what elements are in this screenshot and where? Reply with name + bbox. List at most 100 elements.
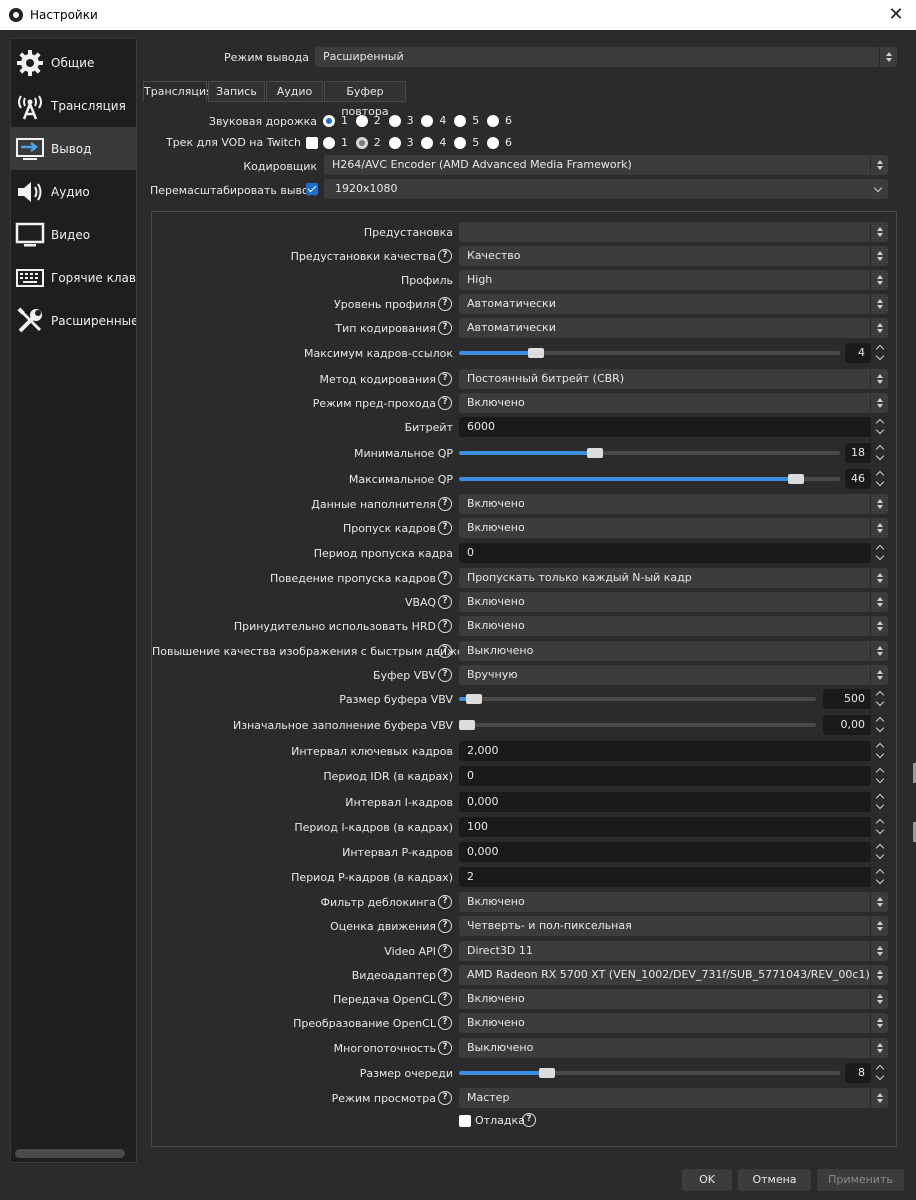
help-icon[interactable]: ? — [438, 1091, 452, 1105]
slider-handle[interactable] — [459, 720, 475, 730]
help-icon[interactable]: ? — [438, 919, 452, 933]
video-api-select[interactable]: Direct3D 11 — [459, 941, 888, 961]
max-ref-frames-value-input[interactable]: 4 — [845, 343, 871, 363]
bitrate-input[interactable]: 6000 — [459, 417, 871, 437]
tab-stream[interactable]: Трансляция — [143, 81, 213, 102]
help-icon[interactable]: ? — [438, 595, 452, 609]
skip-behavior-select[interactable]: Пропускать только каждый N-ый кадр — [459, 568, 888, 588]
output-mode-select[interactable]: Расширенный — [315, 47, 897, 67]
filler-data-select[interactable]: Включено — [459, 494, 888, 514]
video-adapter-select[interactable]: AMD Radeon RX 5700 XT (VEN_1002/DEV_731f… — [459, 965, 888, 985]
view-mode-select[interactable]: Мастер — [459, 1088, 888, 1108]
max-qp-spinner[interactable] — [872, 469, 888, 489]
vod-track-radio-6[interactable] — [487, 137, 499, 149]
slider-handle[interactable] — [587, 448, 603, 458]
audio-track-radio-5[interactable] — [454, 115, 467, 127]
vbv-initial-spinner[interactable] — [872, 715, 888, 735]
max-ref-frames-spinner[interactable] — [872, 343, 888, 363]
opencl-transfer-select[interactable]: Включено — [459, 989, 888, 1009]
help-icon[interactable]: ? — [438, 944, 452, 958]
motion-estimation-select[interactable]: Четверть- и пол-пиксельная — [459, 916, 888, 936]
vbv-initial-slider[interactable] — [459, 720, 816, 730]
help-icon[interactable]: ? — [438, 668, 452, 682]
help-icon[interactable]: ? — [438, 1041, 452, 1055]
sidebar-item-audio[interactable]: Аудио — [11, 170, 136, 213]
rate-control-select[interactable]: Постоянный битрейт (CBR) — [459, 369, 888, 389]
queue-size-value-input[interactable]: 8 — [845, 1063, 871, 1083]
keyframe-interval-input[interactable]: 2,000 — [459, 741, 871, 761]
min-qp-spinner[interactable] — [872, 443, 888, 463]
help-icon[interactable]: ? — [438, 1016, 452, 1030]
prepass-select[interactable]: Включено — [459, 393, 888, 413]
idr-period-spinner[interactable] — [872, 766, 888, 786]
slider-handle[interactable] — [788, 474, 804, 484]
queue-size-slider[interactable] — [459, 1068, 840, 1078]
vod-track-radio-3[interactable] — [388, 137, 401, 149]
sidebar-scrollbar[interactable] — [15, 1149, 125, 1158]
i-interval-spinner[interactable] — [872, 792, 888, 812]
frame-skipping-select[interactable]: Включено — [459, 518, 888, 538]
vbv-size-slider[interactable] — [459, 694, 816, 704]
max-ref-frames-slider[interactable] — [459, 348, 840, 358]
cancel-button[interactable]: Отмена — [738, 1169, 811, 1191]
help-icon[interactable]: ? — [438, 992, 452, 1006]
vod-track-checkbox[interactable] — [306, 137, 318, 149]
help-icon[interactable]: ? — [438, 895, 452, 909]
sidebar-item-stream[interactable]: Трансляция — [11, 84, 136, 127]
vod-track-radio-2[interactable] — [355, 137, 368, 149]
vbv-size-spinner[interactable] — [872, 689, 888, 709]
tab-recording[interactable]: Запись — [208, 81, 265, 102]
help-icon[interactable]: ? — [438, 571, 452, 585]
debug-checkbox[interactable] — [459, 1115, 471, 1127]
slider-handle[interactable] — [466, 694, 482, 704]
max-qp-value-input[interactable]: 46 — [845, 469, 871, 489]
vod-track-radio-1[interactable] — [323, 137, 335, 149]
bitrate-spinner[interactable] — [872, 417, 888, 437]
close-icon[interactable]: ✕ — [886, 5, 906, 25]
help-icon[interactable]: ? — [438, 372, 452, 386]
opencl-conversion-select[interactable]: Включено — [459, 1013, 888, 1033]
profile-level-select[interactable]: Автоматически — [459, 294, 888, 314]
preset-select[interactable] — [459, 222, 888, 242]
sidebar-item-advanced[interactable]: Расширенные — [11, 299, 136, 342]
help-icon[interactable]: ? — [438, 497, 452, 511]
vbv-buffer-select[interactable]: Вручную — [459, 665, 888, 685]
help-icon[interactable]: ? — [438, 521, 452, 535]
vbaq-select[interactable]: Включено — [459, 592, 888, 612]
help-icon[interactable]: ? — [438, 396, 452, 410]
i-period-input[interactable]: 100 — [459, 817, 871, 837]
slider-handle[interactable] — [528, 348, 544, 358]
sidebar-item-hotkeys[interactable]: Горячие клавиш — [11, 256, 136, 299]
min-qp-slider[interactable] — [459, 448, 840, 458]
p-period-spinner[interactable] — [872, 867, 888, 887]
multithreading-select[interactable]: Выключено — [459, 1038, 888, 1058]
rescale-checkbox[interactable] — [306, 183, 318, 195]
quality-preset-select[interactable]: Качество — [459, 246, 888, 266]
audio-track-radio-2[interactable] — [355, 115, 368, 127]
min-qp-value-input[interactable]: 18 — [845, 443, 871, 463]
sidebar-item-output[interactable]: Вывод — [11, 127, 136, 170]
help-icon[interactable]: ? — [438, 321, 452, 335]
deblocking-select[interactable]: Включено — [459, 892, 888, 912]
profile-select[interactable]: High — [459, 270, 888, 290]
skip-period-spinner[interactable] — [872, 543, 888, 563]
skip-period-input[interactable]: 0 — [459, 543, 871, 563]
audio-track-radio-1[interactable] — [323, 115, 335, 127]
max-qp-slider[interactable] — [459, 474, 840, 484]
tab-replay-buffer[interactable]: Буфер повтора — [324, 81, 406, 118]
help-icon[interactable]: ? — [438, 644, 452, 658]
help-icon[interactable]: ? — [438, 297, 452, 311]
idr-period-input[interactable]: 0 — [459, 766, 871, 786]
ok-button[interactable]: OK — [682, 1169, 732, 1191]
sidebar-item-general[interactable]: Общие — [11, 41, 136, 84]
p-interval-input[interactable]: 0,000 — [459, 842, 871, 862]
keyframe-interval-spinner[interactable] — [872, 741, 888, 761]
coding-type-select[interactable]: Автоматически — [459, 318, 888, 338]
slider-handle[interactable] — [539, 1068, 555, 1078]
help-icon[interactable]: ? — [438, 249, 452, 263]
high-motion-select[interactable]: Выключено — [459, 641, 888, 661]
vod-track-radio-5[interactable] — [454, 137, 467, 149]
p-period-input[interactable]: 2 — [459, 867, 871, 887]
vbv-size-value-input[interactable]: 500 — [823, 689, 871, 709]
enforce-hrd-select[interactable]: Включено — [459, 616, 888, 636]
